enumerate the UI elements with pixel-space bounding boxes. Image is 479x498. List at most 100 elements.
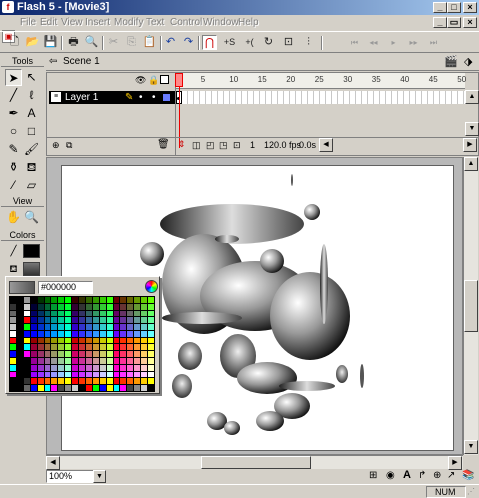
fill-color-swatch[interactable] [23, 262, 40, 276]
timeline-scroll-right[interactable]: ▶ [463, 138, 477, 152]
resize-grip-icon[interactable]: ⋰ [467, 487, 475, 496]
brush-tool-icon[interactable]: 🖌 [23, 141, 40, 158]
timeline-scroll-down[interactable]: ▼ [465, 122, 479, 136]
onion-skin-icon[interactable]: ◫ [192, 140, 201, 151]
open-icon[interactable]: 📂 [25, 35, 40, 50]
launcher-actions-icon[interactable]: ↗ [447, 470, 455, 481]
hex-color-input[interactable]: #000000 [38, 281, 93, 294]
print-preview-icon[interactable]: 🔍 [84, 35, 99, 50]
launcher-movie-explorer-icon[interactable]: ⊕ [433, 470, 441, 481]
launcher-instance-icon[interactable]: ↱ [418, 470, 426, 481]
swatch-grid[interactable] [9, 296, 155, 392]
control-play-icon[interactable]: ▸ [386, 35, 401, 50]
chevron-down-icon[interactable]: ▼ [93, 470, 106, 483]
subselect-tool-icon[interactable]: ↖ [23, 69, 40, 86]
align-icon[interactable]: ⫶ [301, 35, 316, 50]
menu-control[interactable]: Control [170, 16, 202, 29]
menu-window[interactable]: Window [203, 16, 239, 29]
scale-icon[interactable]: ⊡ [281, 35, 296, 50]
menu-file[interactable]: File [20, 16, 36, 29]
doc-close-button[interactable]: × [463, 17, 477, 28]
onion-markers-icon[interactable]: ⊡ [233, 140, 241, 151]
snap-magnet-icon[interactable]: ⋂ [202, 35, 217, 50]
arrow-tool-icon[interactable]: ➤ [5, 69, 22, 86]
menu-modify[interactable]: Modify [114, 16, 143, 29]
menu-insert[interactable]: Insert [85, 16, 110, 29]
menu-text[interactable]: Text [146, 16, 164, 29]
straighten-icon[interactable]: +( [242, 35, 257, 50]
pen-tool-icon[interactable]: ✒ [5, 105, 22, 122]
smooth-icon[interactable]: +S [222, 35, 237, 50]
edit-scene-icon[interactable]: 🎬 [444, 55, 458, 68]
launcher-character-icon[interactable]: A [403, 469, 411, 481]
launcher-info-icon[interactable]: ⊞ [369, 470, 377, 481]
vscroll-thumb[interactable] [464, 280, 478, 332]
launcher-library-icon[interactable]: 📚 [462, 470, 474, 481]
timeline-scroll-up[interactable]: ▲ [465, 90, 479, 104]
rotate-icon[interactable]: ↻ [261, 35, 276, 50]
layer-visible-dot[interactable]: • [139, 91, 143, 104]
hand-tool-icon[interactable]: ✋ [5, 209, 22, 226]
doc-restore-button[interactable]: ▭ [447, 17, 461, 28]
hscroll-right[interactable]: ▶ [448, 456, 462, 470]
ink-bottle-tool-icon[interactable]: ⚱ [5, 159, 22, 176]
pencil-tool-icon[interactable]: ✎ [5, 141, 22, 158]
zoom-select[interactable]: 100% ▼ [46, 470, 106, 483]
add-layer-icon[interactable]: ⊕ [52, 140, 60, 151]
outline-icon[interactable] [160, 75, 169, 84]
timeline-ruler[interactable]: 15101520253035404550 [176, 73, 466, 89]
close-button[interactable]: × [463, 2, 477, 13]
copy-icon[interactable]: ⎘ [124, 35, 139, 50]
control-back-icon[interactable]: ◂◂ [366, 35, 381, 50]
menu-edit[interactable]: Edit [40, 16, 57, 29]
menu-view[interactable]: View [61, 16, 83, 29]
rectangle-tool-icon[interactable]: □ [23, 123, 40, 140]
zoom-tool-icon[interactable]: 🔍 [23, 209, 40, 226]
vscroll-down[interactable]: ▼ [464, 440, 478, 454]
vscroll-up[interactable]: ▲ [464, 157, 478, 171]
dropper-tool-icon[interactable]: ⁄ [5, 177, 22, 194]
edit-multiple-icon[interactable]: ◳ [219, 140, 228, 151]
color-picker-icon[interactable] [145, 280, 158, 293]
undo-icon[interactable]: ↶ [163, 35, 178, 50]
paste-icon[interactable]: 📋 [142, 35, 157, 50]
save-icon[interactable]: 💾 [43, 35, 58, 50]
doc-minimize-button[interactable]: _ [433, 17, 447, 28]
maximize-button[interactable]: □ [447, 2, 461, 13]
eye-icon[interactable]: 👁 [135, 75, 146, 86]
stroke-color-swatch[interactable] [23, 244, 40, 258]
paint-bucket-tool-icon[interactable]: ⛾ [23, 159, 40, 176]
text-tool-icon[interactable]: A [23, 105, 40, 122]
lock-icon[interactable]: 🔒 [148, 75, 159, 86]
menu-help[interactable]: Help [238, 16, 259, 29]
add-guide-layer-icon[interactable]: ⧉ [66, 140, 72, 151]
timeline-scroll-left[interactable]: ◀ [319, 138, 333, 152]
hscroll-thumb[interactable] [201, 456, 311, 469]
layer-outline-swatch[interactable] [163, 94, 170, 101]
stage-vscrollbar[interactable]: ▲ ▼ [463, 157, 478, 455]
layer-row[interactable]: ≡ Layer 1 ✎ • • [49, 91, 175, 104]
cut-icon[interactable]: ✂ [106, 35, 121, 50]
minimize-button[interactable]: _ [433, 2, 447, 13]
playhead-handle[interactable] [175, 73, 183, 87]
center-frame-icon[interactable]: ⇕ [178, 139, 186, 150]
control-rewind-icon[interactable]: ⏮ [347, 35, 362, 50]
new-icon[interactable]: 🗋 [7, 35, 22, 50]
back-arrow-icon[interactable]: ⇦ [49, 56, 57, 67]
frame-cells[interactable] [176, 91, 465, 104]
lasso-tool-icon[interactable]: ℓ [23, 87, 40, 104]
eraser-tool-icon[interactable]: ▱ [23, 177, 40, 194]
hscroll-left[interactable]: ◀ [46, 456, 60, 470]
launcher-fill-icon[interactable]: ◉ [386, 470, 395, 481]
redo-icon[interactable]: ↷ [181, 35, 196, 50]
control-forward-icon[interactable]: ▸▸ [406, 35, 421, 50]
line-tool-icon[interactable]: ╱ [5, 87, 22, 104]
layer-lock-dot[interactable]: • [152, 91, 156, 104]
onion-outline-icon[interactable]: ◰ [206, 140, 215, 151]
delete-layer-icon[interactable]: 🗑 [157, 139, 170, 150]
oval-tool-icon[interactable]: ○ [5, 123, 22, 140]
edit-symbols-icon[interactable]: ⬗ [464, 55, 472, 68]
control-end-icon[interactable]: ⏭ [426, 35, 441, 50]
stage-hscrollbar[interactable]: ◀ ▶ [46, 455, 463, 470]
print-icon[interactable]: 🖶 [66, 35, 81, 50]
